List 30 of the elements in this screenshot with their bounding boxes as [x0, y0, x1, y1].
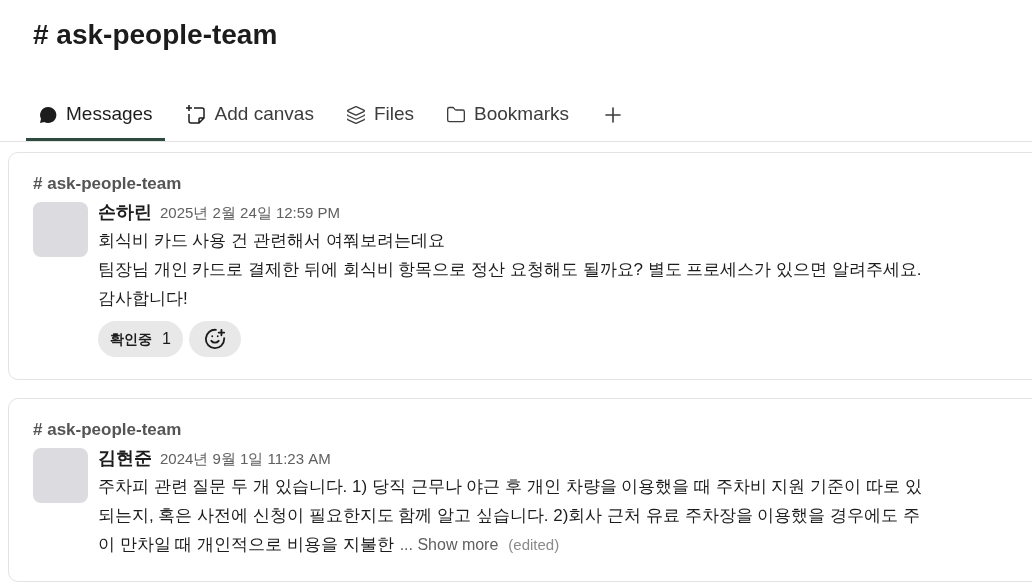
message-line: 이 만차일 때 개인적으로 비용을 지불한	[98, 534, 394, 556]
show-more-link[interactable]: ... Show more	[399, 533, 499, 557]
avatar-placeholder	[33, 202, 88, 257]
channel-name: # ask-people-team	[33, 173, 182, 195]
tab[interactable]: Add canvas	[172, 91, 326, 141]
message-line: 되는지, 혹은 사전에 신청이 필요한지도 함께 알고 싶습니다. 2)회사 근처 유료 주차장을 이용했을 경우에도 주	[98, 505, 920, 527]
tab[interactable]: Messages	[26, 91, 165, 141]
edited-label: (edited)	[508, 535, 560, 555]
timestamp[interactable]: 2025년 2월 24일 12:59 PM	[160, 202, 341, 225]
timestamp[interactable]: 2024년 9월 1일 11:23 AM	[160, 448, 331, 471]
message-card[interactable]: # ask-people-team 손하린 2025년 2월 24일 12:59 PM 회식비 카드 사용 건 관련해서 여쭤보려는데요 팀장님 개인 카드로 결제한 뒤에 회식비 항목으로 정산 요청해도 될까요? 별도 프로세스가 있으면 알려주세요. 감사합니다! 확인중 1	[8, 152, 1032, 380]
author-name[interactable]: 김현준	[98, 445, 152, 472]
chat-bubble-icon	[38, 104, 58, 125]
avatar-placeholder	[33, 448, 88, 503]
message-card[interactable]	[8, 398, 1032, 582]
smiley-plus-icon	[203, 328, 226, 350]
message-line: 회식비 카드 사용 건 관련해서 여쭤보려는데요	[98, 230, 445, 252]
reaction-pill[interactable]: 확인중 1	[98, 321, 183, 357]
channel-name: # ask-people-team	[33, 419, 182, 441]
add-reaction-button[interactable]	[188, 321, 241, 357]
tab[interactable]: Files	[333, 91, 427, 141]
folder-icon	[446, 104, 467, 125]
tab[interactable]: Bookmarks	[434, 91, 582, 141]
message-line: 주차피 관련 질문 두 개 있습니다. 1) 당직 근무나 야근 후 개인 차량을 이용했을 때 주차비 지원 기준이 따로 있	[98, 476, 922, 498]
channel-title: # ask-people-team	[33, 18, 278, 52]
message-line: 감사합니다!	[98, 288, 188, 310]
author-name[interactable]: 손하린	[98, 199, 152, 226]
message-line: 팀장님 개인 카드로 결제한 뒤에 회식비 항목으로 정산 요청해도 될까요? 별도 프로세스가 있으면 알려주세요.	[98, 259, 922, 281]
layers-icon	[345, 104, 366, 125]
canvas-plus-icon	[184, 103, 207, 126]
